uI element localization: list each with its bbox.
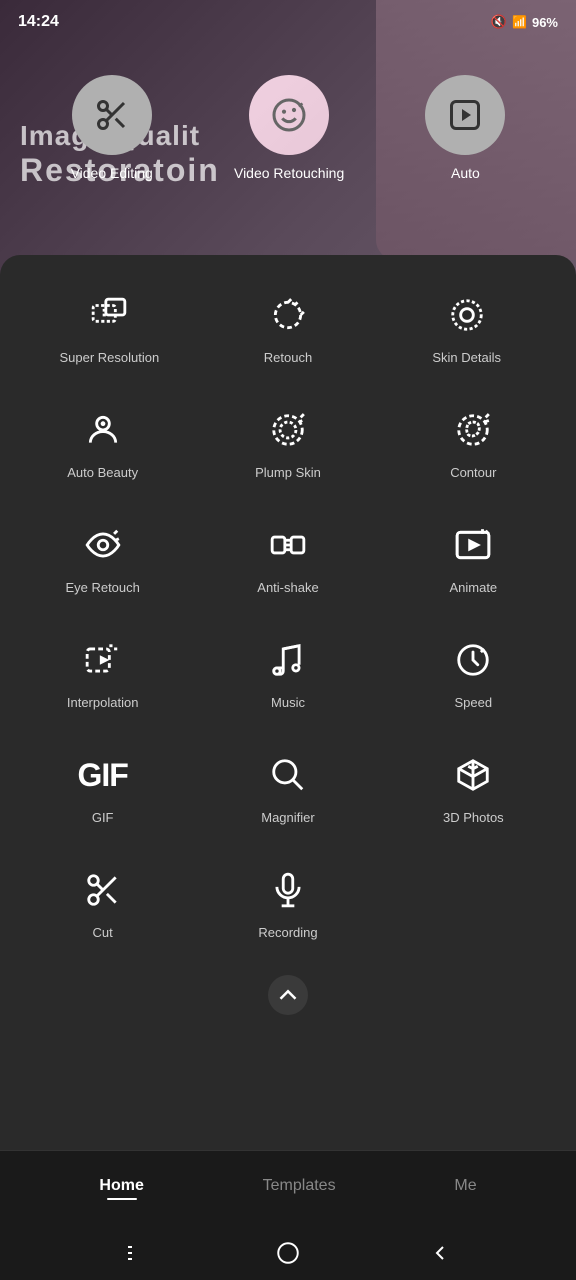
smiley-circle <box>249 75 329 155</box>
category-auto-label: Auto <box>451 165 480 181</box>
tools-grid: Auto Beauty Plump Skin <box>10 385 566 960</box>
interpolation-icon <box>78 635 128 685</box>
retouch-icon <box>263 290 313 340</box>
category-auto[interactable]: Auto <box>425 75 505 181</box>
tool-animate[interactable]: Animate <box>381 500 566 615</box>
category-video-retouching[interactable]: Video Retouching <box>234 75 344 181</box>
battery-icon: 96% <box>532 15 558 30</box>
nav-home-underline <box>107 1198 137 1200</box>
collapse-button[interactable] <box>10 960 566 1030</box>
tool-plump-skin[interactable]: Plump Skin <box>195 385 380 500</box>
anti-shake-label: Anti-shake <box>257 580 318 595</box>
status-bar: 14:24 🔇 📶 96% <box>0 0 576 44</box>
tool-music[interactable]: Music <box>195 615 380 730</box>
contour-icon <box>448 405 498 455</box>
status-time: 14:24 <box>18 13 59 31</box>
menu-button[interactable] <box>116 1233 156 1273</box>
category-video-retouching-label: Video Retouching <box>234 165 344 181</box>
tool-contour[interactable]: Contour <box>381 385 566 500</box>
gif-icon: GIF <box>78 750 128 800</box>
cut-label: Cut <box>93 925 113 940</box>
contour-label: Contour <box>450 465 496 480</box>
scissors-circle <box>72 75 152 155</box>
eye-retouch-icon <box>78 520 128 570</box>
tool-super-resolution[interactable]: Super Resolution <box>20 280 199 385</box>
tool-speed[interactable]: Speed <box>381 615 566 730</box>
auto-circle <box>425 75 505 155</box>
tool-3d-photos[interactable]: 3D Photos <box>381 730 566 845</box>
tool-auto-beauty[interactable]: Auto Beauty <box>10 385 195 500</box>
recording-icon <box>263 865 313 915</box>
back-button[interactable] <box>420 1233 460 1273</box>
skin-details-icon <box>442 290 492 340</box>
eye-retouch-label: Eye Retouch <box>65 580 139 595</box>
music-label: Music <box>271 695 305 710</box>
cut-icon <box>78 865 128 915</box>
status-icons: 🔇 📶 96% <box>491 14 558 30</box>
tool-gif[interactable]: GIF GIF <box>10 730 195 845</box>
magnifier-icon <box>263 750 313 800</box>
nav-home-label: Home <box>99 1177 143 1195</box>
speed-icon <box>448 635 498 685</box>
magnifier-label: Magnifier <box>261 810 314 825</box>
tool-skin-details[interactable]: Skin Details <box>377 280 556 385</box>
recording-label: Recording <box>258 925 317 940</box>
auto-beauty-label: Auto Beauty <box>67 465 138 480</box>
tool-recording[interactable]: Recording <box>195 845 380 960</box>
skin-details-label: Skin Details <box>432 350 501 365</box>
nav-me[interactable]: Me <box>454 1177 476 1200</box>
bottom-nav: Home Templates Me <box>0 1150 576 1225</box>
main-panel: Super Resolution Retouch Skin Details <box>0 255 576 1150</box>
retouch-label: Retouch <box>264 350 312 365</box>
collapse-circle <box>268 975 308 1015</box>
mute-icon: 🔇 <box>491 14 507 30</box>
partial-tools-row: Super Resolution Retouch Skin Details <box>10 275 566 385</box>
auto-beauty-icon <box>78 405 128 455</box>
gif-label: GIF <box>92 810 114 825</box>
category-video-editing-label: Video Editing <box>71 165 153 181</box>
tool-anti-shake[interactable]: Anti-shake <box>195 500 380 615</box>
tool-eye-retouch[interactable]: Eye Retouch <box>10 500 195 615</box>
nav-templates-label: Templates <box>263 1177 336 1195</box>
speed-label: Speed <box>455 695 493 710</box>
tool-cut[interactable]: Cut <box>10 845 195 960</box>
signal-icon: 📶 <box>512 15 527 29</box>
anti-shake-icon <box>263 520 313 570</box>
nav-templates[interactable]: Templates <box>263 1177 336 1200</box>
super-resolution-label: Super Resolution <box>59 350 159 365</box>
tool-magnifier[interactable]: Magnifier <box>195 730 380 845</box>
category-row: Video Editing Video Retouching Auto <box>0 75 576 181</box>
tool-interpolation[interactable]: Interpolation <box>10 615 195 730</box>
system-nav <box>0 1225 576 1280</box>
plump-skin-icon <box>263 405 313 455</box>
interpolation-label: Interpolation <box>67 695 139 710</box>
nav-me-label: Me <box>454 1177 476 1195</box>
nav-home[interactable]: Home <box>99 1177 143 1200</box>
3d-photos-icon <box>448 750 498 800</box>
category-video-editing[interactable]: Video Editing <box>71 75 153 181</box>
3d-photos-label: 3D Photos <box>443 810 504 825</box>
super-resolution-icon <box>84 290 134 340</box>
animate-label: Animate <box>449 580 497 595</box>
music-icon <box>263 635 313 685</box>
animate-icon <box>448 520 498 570</box>
plump-skin-label: Plump Skin <box>255 465 321 480</box>
tool-retouch[interactable]: Retouch <box>199 280 378 385</box>
home-button[interactable] <box>268 1233 308 1273</box>
